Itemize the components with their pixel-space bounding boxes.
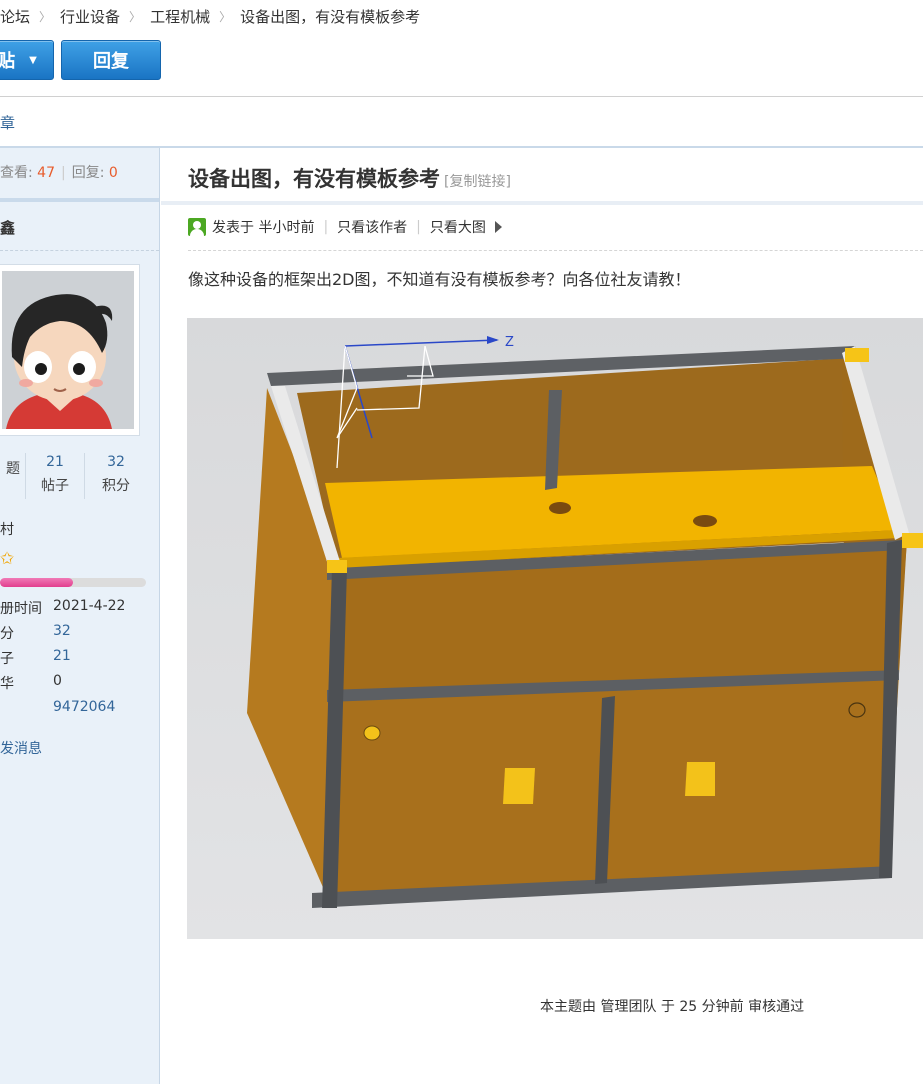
author-only-link[interactable]: 只看该作者: [337, 217, 407, 237]
chevron-right-icon: 〉: [39, 10, 52, 24]
level-progress-bar: [0, 578, 146, 587]
divider: [0, 198, 159, 202]
post-time: 发表于 半小时前: [212, 220, 315, 236]
stat-label: 题: [6, 461, 20, 477]
breadcrumb-item-thread: 设备出图，有没有模板参考: [240, 8, 421, 26]
stat-value: 21: [46, 454, 64, 470]
breadcrumb-item-forum[interactable]: 论坛: [0, 6, 30, 27]
divider: [188, 250, 923, 251]
divider: [161, 201, 923, 205]
info-key: 华: [0, 676, 14, 692]
copy-link-button[interactable]: [复制链接]: [444, 174, 511, 190]
info-row-points: 分 32: [0, 623, 160, 643]
info-row-posts: 子 21: [0, 648, 160, 668]
reply-label: 回复: [93, 51, 129, 72]
info-key: 册时间: [0, 601, 42, 617]
new-post-label: 贴: [0, 51, 16, 72]
replies-label: 回复:: [71, 165, 105, 181]
views-label: 查看:: [0, 165, 33, 181]
avatar-cartoon-icon: [2, 271, 134, 429]
caret-down-icon: ▼: [29, 54, 37, 66]
separator: |: [323, 219, 329, 235]
chevron-right-icon: 〉: [129, 10, 142, 24]
axis-label: Z: [505, 335, 514, 350]
thread-stats: 查看: 47 | 回复: 0: [0, 162, 118, 182]
stat-label: 积分: [102, 478, 130, 494]
post-title-row: 设备出图，有没有模板参考 [复制链接]: [188, 163, 511, 193]
level-progress-fill: [0, 578, 73, 587]
cad-frame-drawing: Z: [187, 318, 923, 939]
info-value-link[interactable]: 21: [53, 648, 71, 664]
user-rank: 村: [0, 522, 14, 538]
stat-posts[interactable]: 21 帖子: [26, 453, 84, 503]
stat-value: 32: [107, 454, 125, 470]
divider: [0, 96, 923, 97]
info-value-link[interactable]: 9472064: [53, 699, 115, 715]
subnav-link[interactable]: 章: [0, 112, 15, 133]
online-user-icon: [188, 218, 206, 236]
avatar[interactable]: [0, 264, 140, 436]
reply-button[interactable]: 回复: [61, 40, 161, 80]
post-body: 像这种设备的框架出2D图，不知道有没有模板参考？向各位社友请教！: [188, 270, 691, 289]
post-image[interactable]: Z: [187, 318, 923, 939]
moderation-note: 本主题由 管理团队 于 25 分钟前 审核通过: [540, 999, 805, 1015]
info-row-register: 册时间 2021-4-22: [0, 598, 160, 618]
breadcrumb-item-industry[interactable]: 行业设备: [60, 6, 120, 27]
play-triangle-icon[interactable]: [494, 221, 502, 233]
avatar-image: [2, 271, 134, 429]
divider: [0, 250, 159, 251]
info-row-uid: 9472064: [0, 699, 160, 719]
views-count: 47: [37, 165, 55, 181]
breadcrumb-item-machinery[interactable]: 工程机械: [150, 6, 210, 27]
large-images-link[interactable]: 只看大图: [430, 217, 486, 237]
stat-points[interactable]: 32 积分: [85, 453, 147, 503]
replies-count: 0: [108, 165, 118, 181]
post-title: 设备出图，有没有模板参考: [188, 167, 440, 191]
info-value: 0: [53, 673, 62, 689]
breadcrumb: 论坛〉行业设备〉工程机械〉设备出图，有没有模板参考: [0, 6, 420, 28]
info-value: 2021-4-22: [53, 598, 126, 614]
author-name[interactable]: 鑫: [0, 217, 15, 238]
send-message-link[interactable]: 发消息: [0, 738, 42, 758]
star-icon: ✩: [0, 549, 15, 569]
profile-stats: 题 21 帖子 32 积分: [0, 453, 140, 503]
separator: |: [61, 165, 66, 181]
new-post-button[interactable]: 贴 ▼: [0, 40, 54, 80]
separator: |: [416, 219, 421, 235]
info-row-essence: 华 0: [0, 673, 160, 693]
stat-label: 帖子: [41, 478, 69, 494]
info-value-link[interactable]: 32: [53, 623, 71, 639]
post-meta: 发表于 半小时前 | 只看该作者 | 只看大图: [188, 216, 502, 238]
info-key: 子: [0, 651, 14, 667]
chevron-right-icon: 〉: [219, 10, 232, 24]
stat-threads[interactable]: 题: [0, 453, 26, 503]
info-key: 分: [0, 626, 14, 642]
